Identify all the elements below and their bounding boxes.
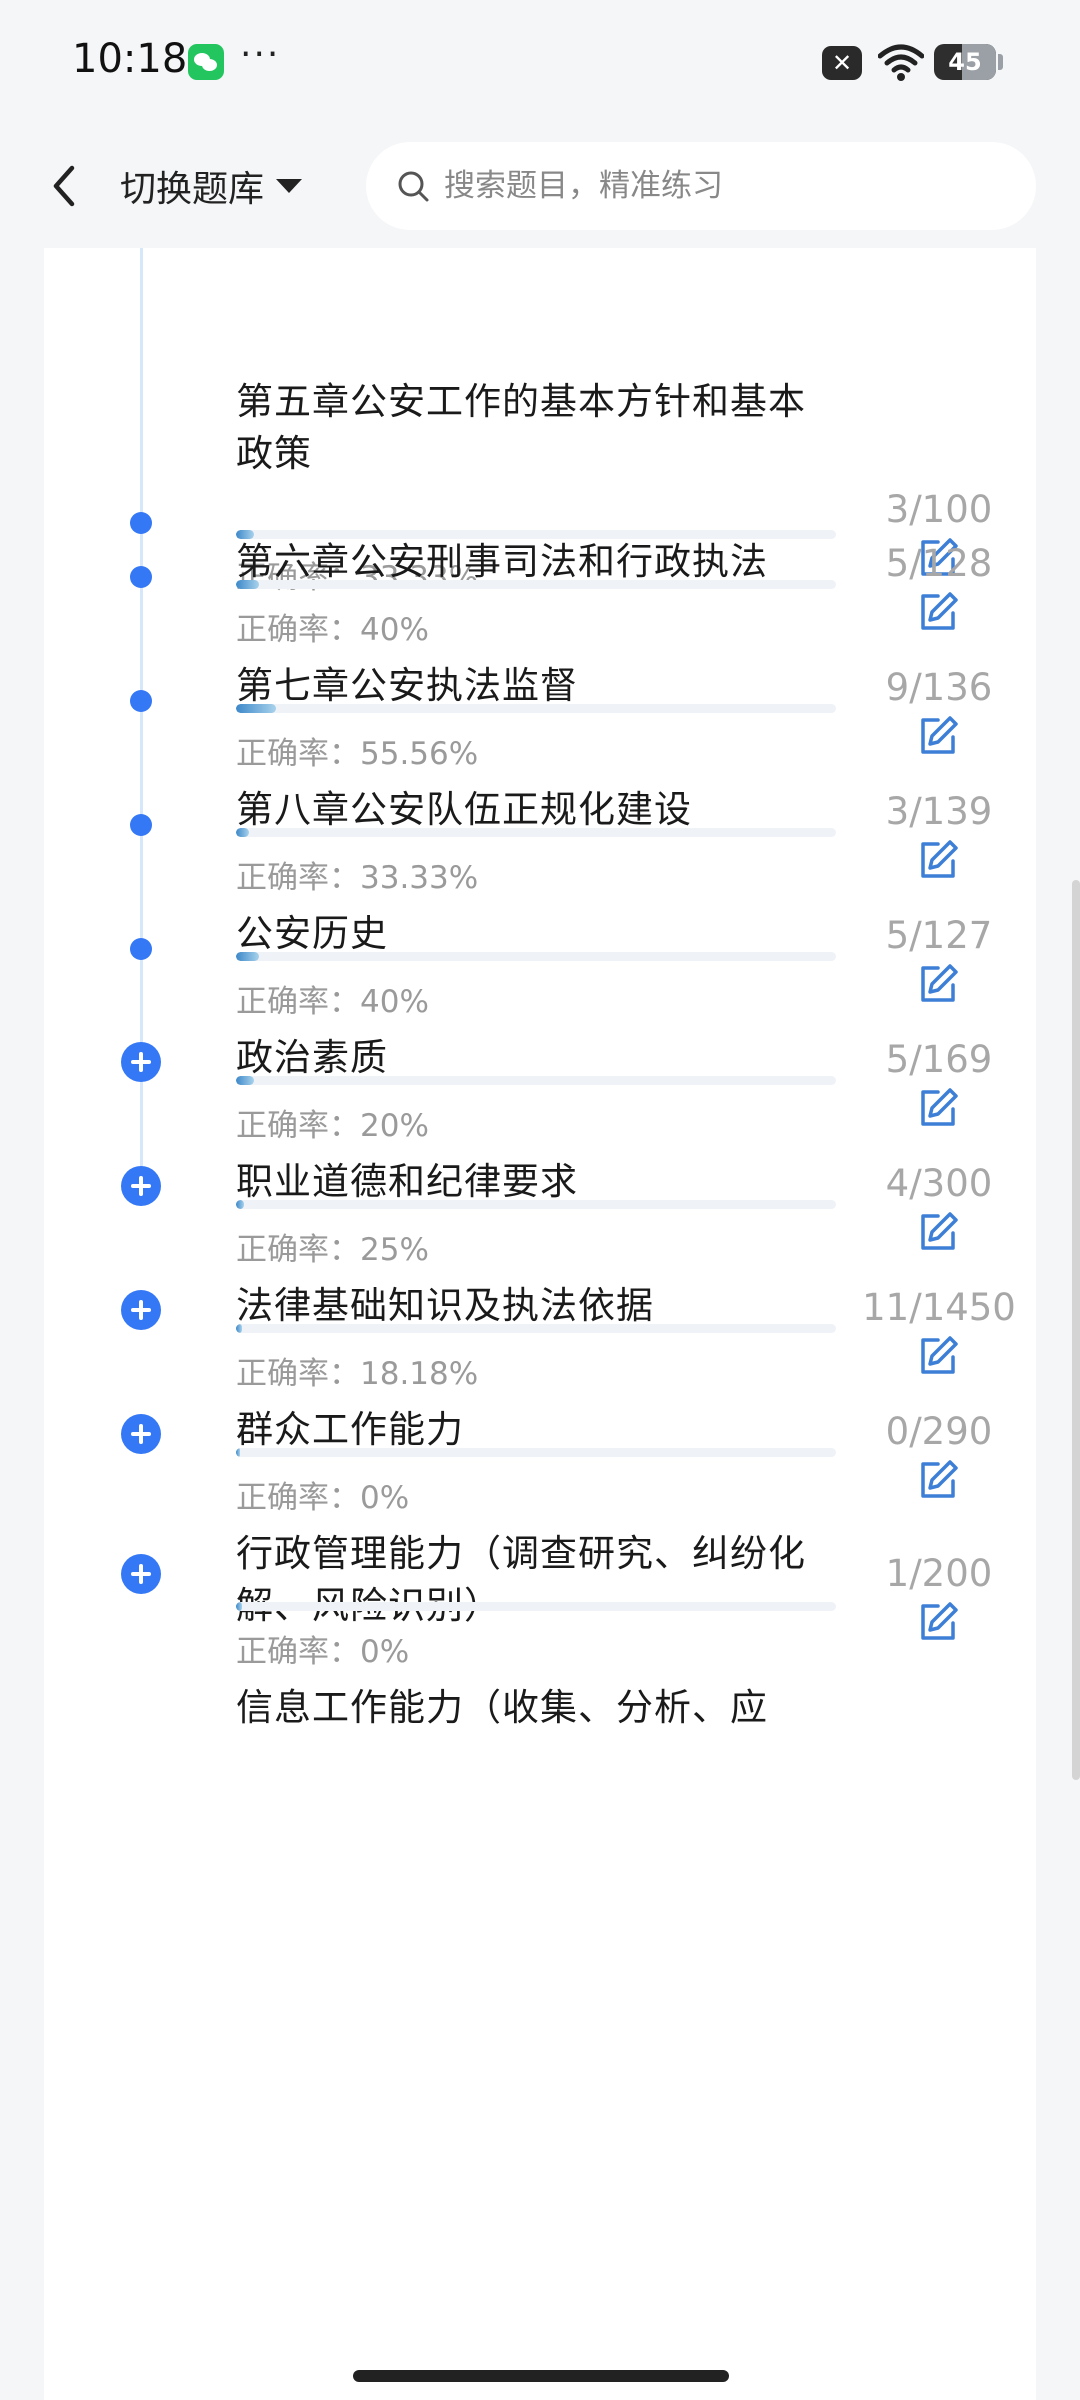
search-icon — [398, 171, 429, 202]
accuracy-label: 正确率： — [236, 1108, 360, 1144]
progress-track — [236, 1200, 836, 1209]
question-count: 0/290 — [885, 1410, 993, 1453]
question-count: 9/136 — [885, 666, 993, 709]
progress-track — [236, 580, 836, 589]
close-badge-icon: ✕ — [822, 46, 862, 80]
accuracy-text: 正确率：20% — [236, 1100, 429, 1145]
practice-edit-icon[interactable] — [916, 1458, 960, 1502]
progress-track — [236, 952, 836, 961]
progress-track — [236, 1602, 836, 1611]
accuracy-label: 正确率： — [236, 612, 360, 648]
expand-plus-icon[interactable] — [121, 1414, 161, 1454]
accuracy-value: 18.18% — [360, 1356, 479, 1392]
accuracy-text: 正确率：25% — [236, 1224, 429, 1269]
expand-plus-icon[interactable] — [121, 1554, 161, 1594]
chapter-title[interactable]: 信息工作能力（收集、分析、应 — [236, 1682, 836, 1734]
progress-fill — [236, 704, 276, 713]
accuracy-value: 40% — [360, 612, 429, 648]
progress-track — [236, 704, 836, 713]
accuracy-label: 正确率： — [236, 1232, 360, 1268]
timeline-dot — [130, 512, 152, 534]
accuracy-value: 0% — [360, 1480, 410, 1516]
timeline-dot — [130, 690, 152, 712]
search-input[interactable] — [442, 167, 1006, 205]
accuracy-value: 0% — [360, 1634, 410, 1670]
progress-fill — [236, 1200, 244, 1209]
accuracy-text: 正确率：18.18% — [236, 1348, 478, 1393]
timeline-dot — [130, 566, 152, 588]
search-bar[interactable] — [366, 142, 1036, 230]
accuracy-value: 25% — [360, 1232, 429, 1268]
accuracy-text: 正确率：40% — [236, 604, 429, 649]
switch-question-bank-dropdown[interactable]: 切换题库 — [120, 156, 303, 216]
expand-plus-icon[interactable] — [121, 1166, 161, 1206]
accuracy-value: 55.56% — [360, 736, 479, 772]
switch-question-bank-label: 切换题库 — [120, 169, 265, 210]
chapter-title[interactable]: 行政管理能力（调查研究、纠纷化解、风险识别） — [236, 1528, 836, 1632]
practice-edit-icon[interactable] — [916, 714, 960, 758]
timeline-dot — [130, 938, 152, 960]
accuracy-label: 正确率： — [236, 736, 360, 772]
question-count: 1/200 — [885, 1552, 993, 1595]
accuracy-label: 正确率： — [236, 1480, 360, 1516]
chapter-title[interactable]: 第五章公安工作的基本方针和基本政策 — [236, 376, 836, 480]
question-bank-screen: 10:18 ··· ✕ 45 切换题库 搜索题目，精准练习 第五章公安工作的基本… — [0, 0, 1080, 2400]
battery-icon: 45 — [934, 44, 996, 80]
scrollbar[interactable] — [1072, 880, 1080, 1780]
progress-track — [236, 828, 836, 837]
question-count: 11/1450 — [862, 1286, 1016, 1329]
progress-fill — [236, 1448, 240, 1457]
progress-track — [236, 1324, 836, 1333]
practice-edit-icon[interactable] — [916, 590, 960, 634]
progress-fill — [236, 1602, 242, 1611]
question-count: 5/128 — [885, 542, 993, 585]
progress-track — [236, 1448, 836, 1457]
accuracy-label: 正确率： — [236, 1356, 360, 1392]
practice-edit-icon[interactable] — [916, 1334, 960, 1378]
battery-nub — [998, 54, 1003, 70]
accuracy-text: 正确率：33.33% — [236, 852, 478, 897]
accuracy-text: 正确率：55.56% — [236, 728, 478, 773]
progress-fill — [236, 1076, 254, 1085]
progress-fill — [236, 952, 260, 961]
home-indicator[interactable] — [353, 2370, 729, 2382]
status-bar: 10:18 ··· ✕ 45 — [0, 0, 1080, 124]
timeline-dot — [130, 814, 152, 836]
accuracy-value: 40% — [360, 984, 429, 1020]
chapter-list: 第五章公安工作的基本方针和基本政策 正确率：33.33% 3/100 第六章公安刑事司… — [44, 248, 1036, 2400]
question-count: 5/169 — [885, 1038, 993, 1081]
accuracy-label: 正确率： — [236, 1634, 360, 1670]
question-count: 4/300 — [885, 1162, 993, 1205]
progress-fill — [236, 580, 260, 589]
header: 切换题库 — [0, 124, 1080, 248]
battery-level: 45 — [948, 48, 982, 76]
practice-edit-icon[interactable] — [916, 1086, 960, 1130]
progress-fill — [236, 1324, 242, 1333]
progress-track — [236, 1076, 836, 1085]
progress-fill — [236, 828, 250, 837]
back-arrow-icon[interactable] — [40, 158, 88, 214]
question-count: 3/100 — [885, 488, 993, 531]
clock: 10:18 — [72, 36, 188, 82]
practice-edit-icon[interactable] — [916, 1210, 960, 1254]
accuracy-label: 正确率： — [236, 984, 360, 1020]
question-count: 5/127 — [885, 914, 993, 957]
more-notifications-icon: ··· — [240, 34, 281, 75]
practice-edit-icon[interactable] — [916, 1600, 960, 1644]
caret-down-icon — [276, 179, 303, 193]
accuracy-text: 正确率：40% — [236, 976, 429, 1021]
expand-plus-icon[interactable] — [121, 1042, 161, 1082]
accuracy-text: 正确率：0% — [236, 1472, 409, 1517]
wechat-notification-icon — [188, 44, 224, 80]
accuracy-text: 正确率：0% — [236, 1626, 409, 1671]
question-count: 3/139 — [885, 790, 993, 833]
practice-edit-icon[interactable] — [916, 838, 960, 882]
wifi-icon — [878, 44, 924, 81]
accuracy-label: 正确率： — [236, 860, 360, 896]
accuracy-value: 20% — [360, 1108, 429, 1144]
practice-edit-icon[interactable] — [916, 962, 960, 1006]
accuracy-value: 33.33% — [360, 860, 479, 896]
expand-plus-icon[interactable] — [121, 1290, 161, 1330]
